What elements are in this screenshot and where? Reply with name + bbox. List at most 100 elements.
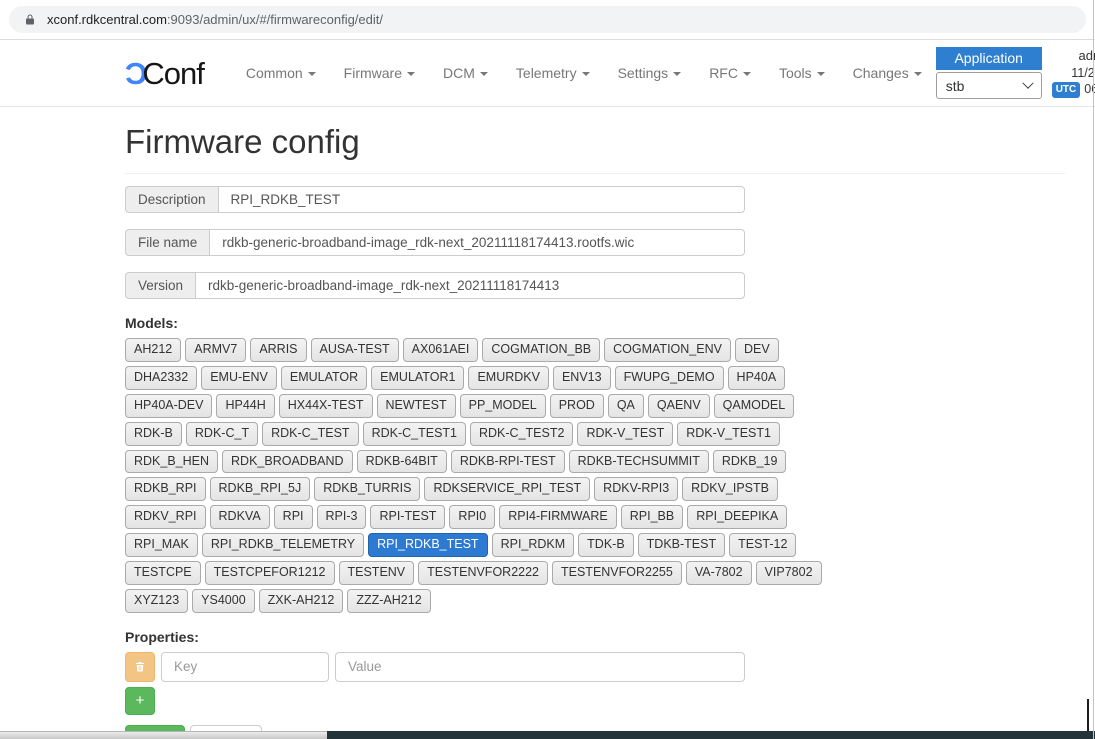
- model-toggle-cogmation_env[interactable]: COGMATION_ENV: [604, 338, 731, 362]
- model-toggle-testcpefor1212[interactable]: TESTCPEFOR1212: [205, 561, 335, 585]
- model-toggle-hx44x-test[interactable]: HX44X-TEST: [279, 394, 373, 418]
- model-toggle-hp40a-dev[interactable]: HP40A-DEV: [125, 394, 212, 418]
- model-toggle-ax061aei[interactable]: AX061AEI: [403, 338, 479, 362]
- nav-item-settings[interactable]: Settings: [604, 57, 696, 89]
- app-header: Ɔ Conf CommonFirmwareDCMTelemetrySetting…: [0, 40, 1095, 107]
- model-toggle-rdk-c_test1[interactable]: RDK-C_TEST1: [363, 422, 466, 446]
- model-toggle-rpi[interactable]: RPI: [274, 505, 313, 529]
- nav-item-telemetry[interactable]: Telemetry: [502, 57, 604, 89]
- bottom-bar: [0, 731, 1095, 739]
- model-toggle-rdkb_rpi[interactable]: RDKB_RPI: [125, 477, 206, 501]
- logo-text: Conf: [142, 58, 203, 89]
- model-toggle-rpi-test[interactable]: RPI-TEST: [370, 505, 445, 529]
- app-logo[interactable]: Ɔ Conf: [125, 58, 204, 89]
- horizontal-scrollbar-thumb[interactable]: [0, 731, 327, 739]
- model-toggle-env13[interactable]: ENV13: [553, 366, 611, 390]
- model-toggle-rdk-b[interactable]: RDK-B: [125, 422, 182, 446]
- properties-heading: Properties:: [125, 629, 1065, 645]
- model-toggle-fwupg_demo[interactable]: FWUPG_DEMO: [615, 366, 724, 390]
- model-toggle-rdkb_turris[interactable]: RDKB_TURRIS: [314, 477, 420, 501]
- model-toggle-rpi_deepika[interactable]: RPI_DEEPIKA: [687, 505, 787, 529]
- property-value-input[interactable]: [335, 652, 745, 682]
- url-bar[interactable]: xconf.rdkcentral.com:9093/admin/ux/#/fir…: [9, 6, 1086, 33]
- model-toggle-xyz123[interactable]: XYZ123: [125, 589, 188, 613]
- model-toggle-test-12[interactable]: TEST-12: [729, 533, 796, 557]
- models-row: RPI_MAKRPI_RDKB_TELEMETRYRPI_RDKB_TESTRP…: [125, 533, 795, 557]
- url-domain: xconf.rdkcentral.com: [47, 12, 167, 27]
- model-toggle-rdkva[interactable]: RDKVA: [210, 505, 270, 529]
- model-toggle-zzz-ah212[interactable]: ZZZ-AH212: [347, 589, 430, 613]
- lock-icon: [24, 13, 36, 26]
- model-toggle-emu-env[interactable]: EMU-ENV: [201, 366, 277, 390]
- model-toggle-dha2332[interactable]: DHA2332: [125, 366, 197, 390]
- model-toggle-va-7802[interactable]: VA-7802: [686, 561, 752, 585]
- model-toggle-cogmation_bb[interactable]: COGMATION_BB: [482, 338, 600, 362]
- model-toggle-rdkb_rpi_5j[interactable]: RDKB_RPI_5J: [210, 477, 311, 501]
- nav-item-common[interactable]: Common: [232, 57, 330, 89]
- model-toggle-rdkservice_rpi_test[interactable]: RDKSERVICE_RPI_TEST: [424, 477, 590, 501]
- model-toggle-arris[interactable]: ARRIS: [250, 338, 306, 362]
- model-toggle-rdk-v_test[interactable]: RDK-V_TEST: [577, 422, 673, 446]
- models-row: RDKV_RPIRDKVARPIRPI-3RPI-TESTRPI0RPI4-FI…: [125, 505, 795, 529]
- description-input[interactable]: [218, 186, 745, 213]
- model-toggle-testcpe[interactable]: TESTCPE: [125, 561, 201, 585]
- model-toggle-rdkv_rpi[interactable]: RDKV_RPI: [125, 505, 206, 529]
- model-toggle-rdkb-rpi-test[interactable]: RDKB-RPI-TEST: [451, 450, 565, 474]
- model-toggle-pp_model[interactable]: PP_MODEL: [460, 394, 546, 418]
- model-toggle-rdk-c_test2[interactable]: RDK-C_TEST2: [470, 422, 573, 446]
- model-toggle-qaenv[interactable]: QAENV: [648, 394, 710, 418]
- nav-item-tools[interactable]: Tools: [765, 57, 839, 89]
- model-toggle-rdkb_19[interactable]: RDKB_19: [713, 450, 787, 474]
- delete-property-button[interactable]: [125, 652, 155, 682]
- model-toggle-rpi_mak[interactable]: RPI_MAK: [125, 533, 198, 557]
- add-property-button[interactable]: +: [125, 687, 155, 715]
- model-toggle-emulator1[interactable]: EMULATOR1: [371, 366, 464, 390]
- version-input[interactable]: [195, 272, 745, 299]
- model-toggle-rpi_rdkm[interactable]: RPI_RDKM: [492, 533, 575, 557]
- model-toggle-ausa-test[interactable]: AUSA-TEST: [311, 338, 399, 362]
- model-toggle-qa[interactable]: QA: [608, 394, 644, 418]
- model-toggle-rdkv_ipstb[interactable]: RDKV_IPSTB: [682, 477, 778, 501]
- model-toggle-qamodel[interactable]: QAMODEL: [714, 394, 795, 418]
- model-toggle-emulator[interactable]: EMULATOR: [281, 366, 367, 390]
- model-toggle-prod[interactable]: PROD: [550, 394, 604, 418]
- model-toggle-rpi0[interactable]: RPI0: [449, 505, 495, 529]
- model-toggle-rdk_b_hen[interactable]: RDK_B_HEN: [125, 450, 218, 474]
- nav-item-changes[interactable]: Changes: [839, 57, 936, 89]
- model-toggle-rdkv-rpi3[interactable]: RDKV-RPI3: [594, 477, 678, 501]
- model-toggle-hp40a[interactable]: HP40A: [728, 366, 786, 390]
- model-toggle-ah212[interactable]: AH212: [125, 338, 181, 362]
- model-toggle-rdkb-64bit[interactable]: RDKB-64BIT: [357, 450, 447, 474]
- model-toggle-tdkb-test[interactable]: TDKB-TEST: [638, 533, 725, 557]
- application-select[interactable]: stb: [936, 72, 1042, 99]
- file-name-input[interactable]: [209, 229, 745, 256]
- model-toggle-rpi_rdkb_telemetry[interactable]: RPI_RDKB_TELEMETRY: [202, 533, 364, 557]
- property-key-input[interactable]: [161, 652, 329, 682]
- model-toggle-armv7[interactable]: ARMV7: [185, 338, 246, 362]
- model-toggle-rdk-c_test[interactable]: RDK-C_TEST: [262, 422, 358, 446]
- plus-icon: +: [136, 692, 145, 709]
- model-toggle-ys4000[interactable]: YS4000: [192, 589, 254, 613]
- model-toggle-rdk_broadband[interactable]: RDK_BROADBAND: [222, 450, 353, 474]
- model-toggle-rdkb-techsummit[interactable]: RDKB-TECHSUMMIT: [569, 450, 709, 474]
- models-row: RDK-BRDK-C_TRDK-C_TESTRDK-C_TEST1RDK-C_T…: [125, 422, 795, 446]
- model-toggle-vip7802[interactable]: VIP7802: [756, 561, 822, 585]
- model-toggle-emurdkv[interactable]: EMURDKV: [468, 366, 549, 390]
- model-toggle-rpi-3[interactable]: RPI-3: [317, 505, 367, 529]
- nav-item-firmware[interactable]: Firmware: [330, 57, 429, 89]
- model-toggle-testenv[interactable]: TESTENV: [339, 561, 415, 585]
- model-toggle-rpi_rdkb_test[interactable]: RPI_RDKB_TEST: [368, 533, 487, 557]
- model-toggle-rpi_bb[interactable]: RPI_BB: [621, 505, 683, 529]
- model-toggle-rpi4-firmware[interactable]: RPI4-FIRMWARE: [499, 505, 617, 529]
- model-toggle-testenvfor2255[interactable]: TESTENVFOR2255: [552, 561, 682, 585]
- model-toggle-tdk-b[interactable]: TDK-B: [578, 533, 634, 557]
- model-toggle-dev[interactable]: DEV: [735, 338, 779, 362]
- model-toggle-newtest[interactable]: NEWTEST: [377, 394, 456, 418]
- model-toggle-zxk-ah212[interactable]: ZXK-AH212: [259, 589, 344, 613]
- model-toggle-rdk-c_t[interactable]: RDK-C_T: [186, 422, 258, 446]
- nav-item-dcm[interactable]: DCM: [429, 57, 502, 89]
- model-toggle-testenvfor2222[interactable]: TESTENVFOR2222: [418, 561, 548, 585]
- nav-item-rfc[interactable]: RFC: [695, 57, 765, 89]
- model-toggle-rdk-v_test1[interactable]: RDK-V_TEST1: [677, 422, 780, 446]
- model-toggle-hp44h[interactable]: HP44H: [216, 394, 274, 418]
